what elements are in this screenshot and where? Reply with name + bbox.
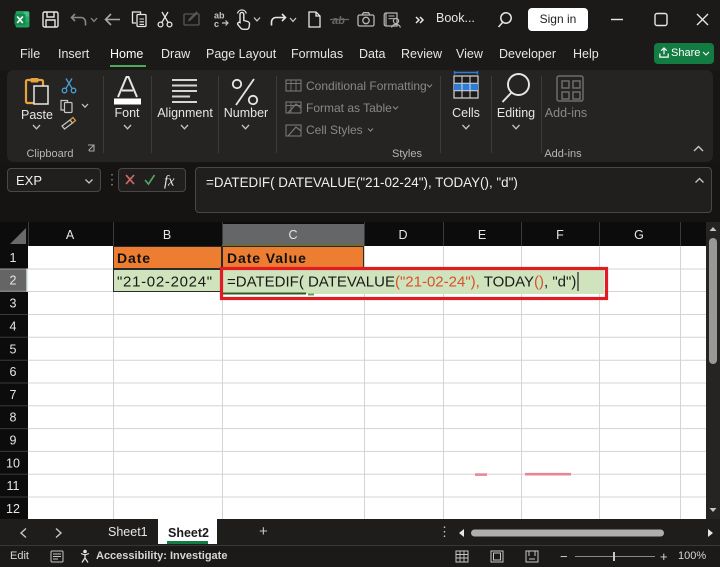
- svg-text:c: c: [214, 19, 219, 29]
- svg-text:Cell Styles: Cell Styles: [306, 123, 363, 137]
- svg-text:=DATEDIF( DATEVALUE("21-02-24": =DATEDIF( DATEVALUE("21-02-24"), TODAY()…: [227, 274, 576, 291]
- svg-text:7: 7: [10, 388, 17, 402]
- svg-text:3: 3: [10, 297, 17, 311]
- svg-text:Date Value: Date Value: [227, 250, 307, 266]
- svg-text:D: D: [398, 228, 407, 242]
- svg-text:12: 12: [6, 502, 20, 516]
- svg-text:B: B: [163, 228, 171, 242]
- svg-text:8: 8: [10, 411, 17, 425]
- svg-text:4: 4: [10, 319, 17, 333]
- svg-text:G: G: [634, 228, 644, 242]
- svg-text:5: 5: [10, 342, 17, 356]
- svg-text:1: 1: [10, 251, 17, 265]
- svg-text:10: 10: [6, 456, 20, 470]
- svg-text:C: C: [288, 228, 297, 242]
- svg-text:E: E: [478, 228, 486, 242]
- svg-text:9: 9: [10, 434, 17, 448]
- svg-text:11: 11: [7, 479, 20, 493]
- svg-text:Date: Date: [117, 250, 151, 266]
- svg-text:2: 2: [10, 274, 17, 288]
- svg-text:ab: ab: [332, 15, 345, 27]
- svg-text:A: A: [66, 228, 75, 242]
- svg-text:Format as Table: Format as Table: [306, 101, 392, 115]
- svg-text:Conditional Formatting: Conditional Formatting: [306, 79, 427, 93]
- svg-text:F: F: [556, 228, 564, 242]
- svg-text:6: 6: [10, 365, 17, 379]
- svg-text:fx: fx: [164, 174, 175, 190]
- svg-text:"21-02-2024": "21-02-2024": [117, 274, 213, 291]
